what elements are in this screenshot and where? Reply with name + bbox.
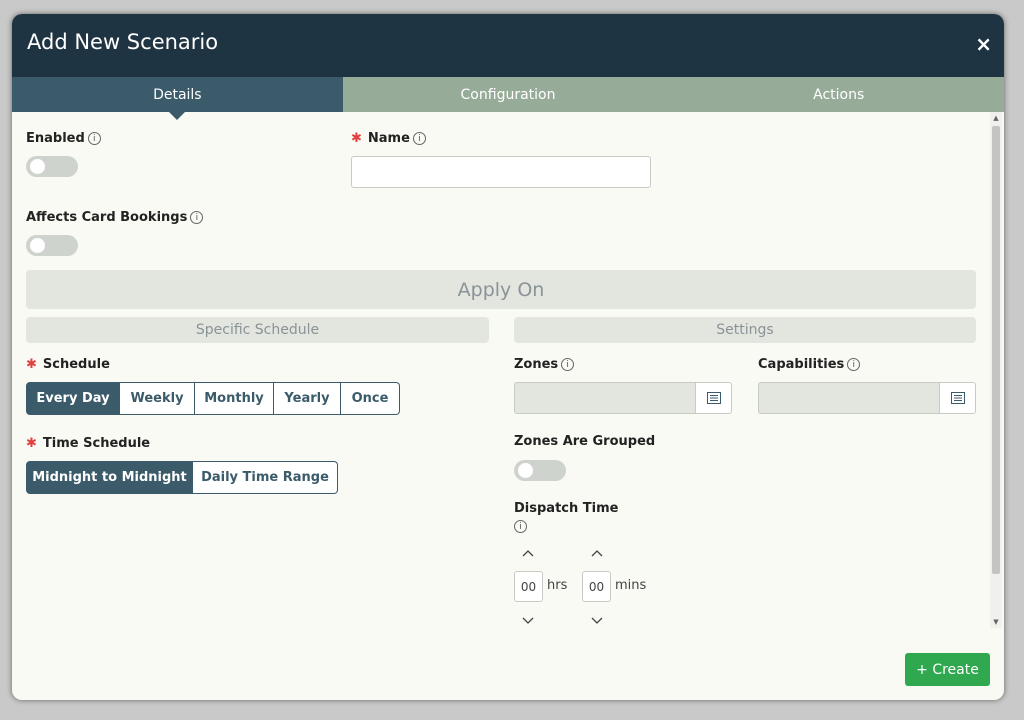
capabilities-label-text: Capabilities xyxy=(758,357,845,372)
capabilities-picker xyxy=(758,382,976,414)
mins-chevron-down-icon[interactable] xyxy=(591,614,603,629)
scroll-thumb[interactable] xyxy=(992,126,1000,574)
zones-label: Zones i xyxy=(514,357,575,372)
schedule-once-button[interactable]: Once xyxy=(341,382,400,415)
schedule-button-group: Every Day Weekly Monthly Yearly Once xyxy=(26,382,400,415)
info-icon: i xyxy=(412,132,426,145)
affects-label-text: Affects Card Bookings xyxy=(26,210,188,225)
mins-input[interactable]: 00 xyxy=(582,571,611,602)
schedule-yearly-button[interactable]: Yearly xyxy=(274,382,341,415)
enabled-label: Enabled i xyxy=(26,131,101,146)
capabilities-label: Capabilities i xyxy=(758,357,861,372)
close-icon[interactable]: × xyxy=(975,32,992,56)
hours-chevron-up-icon[interactable] xyxy=(522,546,534,561)
add-scenario-modal: Add New Scenario × Details Configuration… xyxy=(12,14,1004,700)
time-schedule-label-text: Time Schedule xyxy=(42,436,151,451)
zones-grouped-label: Zones Are Grouped xyxy=(514,434,655,449)
list-icon xyxy=(706,392,721,404)
zones-picker xyxy=(514,382,732,414)
midnight-to-midnight-button[interactable]: Midnight to Midnight xyxy=(26,461,193,494)
time-schedule-button-group: Midnight to Midnight Daily Time Range xyxy=(26,461,338,494)
enabled-label-text: Enabled xyxy=(26,131,85,146)
zones-list-button[interactable] xyxy=(695,382,732,414)
schedule-monthly-button[interactable]: Monthly xyxy=(195,382,274,415)
daily-time-range-button[interactable]: Daily Time Range xyxy=(193,461,338,494)
hours-input[interactable]: 00 xyxy=(514,571,543,602)
scroll-down-arrow-icon[interactable]: ▼ xyxy=(990,616,1002,628)
mins-unit-label: mins xyxy=(615,578,647,593)
toggle-knob xyxy=(30,159,45,174)
zones-label-text: Zones xyxy=(514,357,559,372)
info-icon: i xyxy=(87,132,101,145)
hours-chevron-down-icon[interactable] xyxy=(522,614,534,629)
required-asterisk: ✱ xyxy=(26,357,37,372)
info-icon: i xyxy=(190,211,204,224)
affects-card-bookings-toggle[interactable] xyxy=(26,235,78,256)
info-icon: i xyxy=(847,358,861,371)
create-button[interactable]: + Create xyxy=(905,653,990,686)
hours-unit-label: hrs xyxy=(547,578,568,593)
apply-on-header: Apply On xyxy=(26,270,976,309)
list-icon xyxy=(950,392,965,404)
schedule-label: ✱ Schedule xyxy=(26,357,110,372)
schedule-every-day-button[interactable]: Every Day xyxy=(26,382,120,415)
toggle-knob xyxy=(518,463,533,478)
name-input[interactable] xyxy=(351,156,651,188)
zones-field[interactable] xyxy=(514,382,695,414)
affects-card-bookings-label: Affects Card Bookings i xyxy=(26,210,204,225)
schedule-label-text: Schedule xyxy=(42,357,110,372)
capabilities-field[interactable] xyxy=(758,382,939,414)
scroll-up-arrow-icon[interactable]: ▲ xyxy=(990,112,1002,124)
capabilities-list-button[interactable] xyxy=(939,382,976,414)
modal-header: Add New Scenario × xyxy=(12,14,1004,77)
scrollbar[interactable]: ▲ ▼ xyxy=(990,112,1002,628)
modal-title: Add New Scenario xyxy=(27,30,219,54)
tab-details[interactable]: Details xyxy=(12,77,343,120)
name-label-text: Name xyxy=(367,131,410,146)
zones-grouped-label-text: Zones Are Grouped xyxy=(514,434,656,449)
zones-grouped-toggle[interactable] xyxy=(514,460,566,481)
name-label: ✱ Name i xyxy=(351,131,426,146)
required-asterisk: ✱ xyxy=(26,436,37,451)
tab-configuration[interactable]: Configuration xyxy=(342,77,674,112)
dispatch-time-label-text: Dispatch Time xyxy=(514,501,619,516)
info-icon: i xyxy=(561,358,575,371)
schedule-weekly-button[interactable]: Weekly xyxy=(120,382,195,415)
toggle-knob xyxy=(30,238,45,253)
tab-actions[interactable]: Actions xyxy=(673,77,1004,112)
settings-header: Settings xyxy=(514,317,976,343)
specific-schedule-header: Specific Schedule xyxy=(26,317,489,343)
dispatch-time-label: Dispatch Time xyxy=(514,501,618,516)
enabled-toggle[interactable] xyxy=(26,156,78,177)
required-asterisk: ✱ xyxy=(351,131,362,146)
tab-bar: Details Configuration Actions xyxy=(12,77,1004,120)
mins-chevron-up-icon[interactable] xyxy=(591,546,603,561)
time-schedule-label: ✱ Time Schedule xyxy=(26,436,150,451)
info-icon: i xyxy=(514,520,527,533)
